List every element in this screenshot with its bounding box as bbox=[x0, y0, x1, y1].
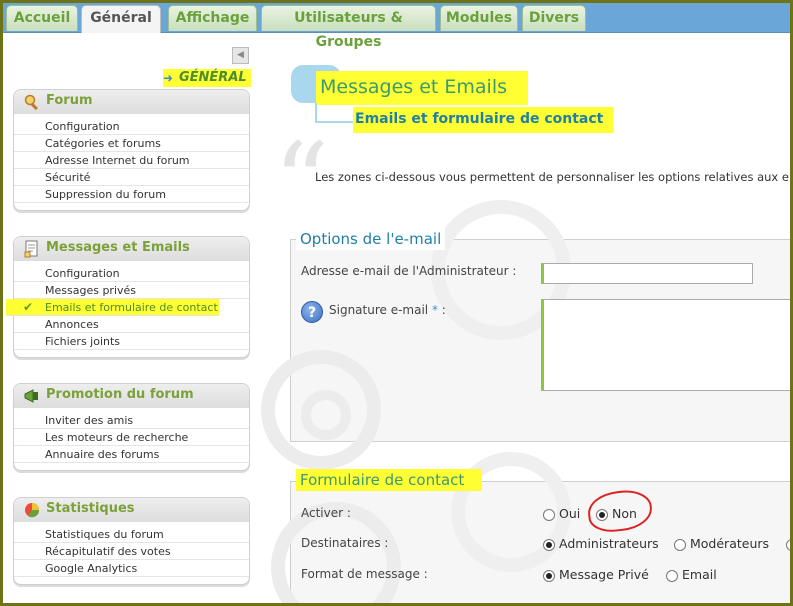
recipients-admins-radio[interactable] bbox=[543, 539, 555, 551]
admin-email-label: Adresse e-mail de l'Administrateur : bbox=[301, 264, 517, 278]
collapse-sidebar-button[interactable]: ◀ bbox=[232, 47, 249, 64]
sidebar-panel-forum: Forum Configuration Catégories et forums… bbox=[13, 89, 250, 211]
activate-label: Activer : bbox=[301, 506, 351, 520]
spiral-decoration bbox=[301, 390, 351, 440]
admin-email-input[interactable] bbox=[541, 263, 753, 284]
sidebar-item-suppression[interactable]: Suppression du forum bbox=[14, 186, 249, 203]
format-label: Format de message : bbox=[301, 567, 428, 581]
page-title: Messages et Emails bbox=[316, 71, 528, 105]
sidebar-item-categories[interactable]: Catégories et forums bbox=[14, 135, 249, 152]
tab-general[interactable]: Général bbox=[81, 5, 161, 33]
contact-form-legend: Formulaire de contact bbox=[296, 469, 482, 491]
sidebar-item-securite[interactable]: Sécurité bbox=[14, 169, 249, 186]
arrow-left-icon: ◀ bbox=[237, 50, 244, 60]
email-options-legend: Options de l'e-mail bbox=[296, 228, 446, 250]
recipients-label: Destinataires : bbox=[301, 536, 389, 550]
sidebar-item-adresse-internet[interactable]: Adresse Internet du forum bbox=[14, 152, 249, 169]
sidebar-item-configuration[interactable]: Configuration bbox=[14, 118, 249, 135]
panel-header-forum: Forum bbox=[14, 90, 249, 114]
signature-textarea[interactable] bbox=[541, 299, 790, 391]
activate-oui-label: Oui bbox=[559, 506, 581, 521]
tab-divers[interactable]: Divers bbox=[522, 5, 586, 31]
tab-modules[interactable]: Modules bbox=[440, 5, 518, 31]
tab-utilisateurs-groupes[interactable]: Utilisateurs & Groupes bbox=[261, 5, 436, 50]
general-section-link[interactable]: ➜ GÉNÉRAL bbox=[163, 69, 251, 87]
sidebar-panel-promotion: Promotion du forum Inviter des amis Les … bbox=[13, 383, 250, 471]
sidebar-item-annuaire[interactable]: Annuaire des forums bbox=[14, 446, 249, 463]
panel-header-statistiques: Statistiques bbox=[14, 498, 249, 522]
recipients-more-radio[interactable] bbox=[786, 539, 790, 551]
sidebar-panel-statistiques: Statistiques Statistiques du forum Récap… bbox=[13, 497, 250, 585]
sidebar-item-google-analytics[interactable]: Google Analytics bbox=[14, 560, 249, 577]
format-mp-radio[interactable] bbox=[543, 570, 555, 582]
format-email-radio[interactable] bbox=[666, 570, 678, 582]
sidebar-panel-messages: Messages et Emails Configuration Message… bbox=[6, 236, 250, 358]
pie-chart-icon bbox=[23, 501, 41, 519]
search-wrench-icon bbox=[23, 93, 41, 111]
sidebar-item-emails-formulaire[interactable]: ✔ Emails et formulaire de contact bbox=[6, 299, 219, 316]
intro-text: Les zones ci-dessous vous permettent de … bbox=[315, 170, 789, 184]
format-email-label: Email bbox=[682, 567, 717, 582]
help-icon[interactable]: ? bbox=[301, 301, 323, 323]
format-mp-label: Message Privé bbox=[559, 567, 649, 582]
page-subtitle: Emails et formulaire de contact bbox=[353, 107, 613, 133]
megaphone-icon bbox=[23, 387, 41, 405]
sidebar-item-inviter-amis[interactable]: Inviter des amis bbox=[14, 412, 249, 429]
sidebar-item-statistiques-forum[interactable]: Statistiques du forum bbox=[14, 526, 249, 543]
signature-label: Signature e-mail * : bbox=[329, 303, 446, 317]
recipients-mods-radio[interactable] bbox=[674, 539, 686, 551]
sidebar-item-moteurs-recherche[interactable]: Les moteurs de recherche bbox=[14, 429, 249, 446]
activate-oui-radio[interactable] bbox=[543, 509, 555, 521]
sidebar-item-annonces[interactable]: Annonces bbox=[14, 316, 249, 333]
window-frame: Accueil Général Affichage Utilisateurs &… bbox=[0, 0, 793, 606]
recipients-mods-label: Modérateurs bbox=[690, 536, 770, 551]
check-icon: ✔ bbox=[23, 300, 34, 314]
sidebar-item-messages-prives[interactable]: Messages privés bbox=[14, 282, 249, 299]
panel-header-promotion: Promotion du forum bbox=[14, 384, 249, 408]
tab-affichage[interactable]: Affichage bbox=[168, 5, 257, 31]
arrow-right-icon: ➜ bbox=[163, 71, 174, 85]
tab-accueil[interactable]: Accueil bbox=[6, 5, 78, 31]
sidebar-item-fichiers-joints[interactable]: Fichiers joints bbox=[14, 333, 249, 350]
document-icon bbox=[23, 240, 41, 258]
sidebar-item-configuration-messages[interactable]: Configuration bbox=[14, 265, 249, 282]
sidebar-item-recapitulatif-votes[interactable]: Récapitulatif des votes bbox=[14, 543, 249, 560]
recipients-admins-label: Administrateurs bbox=[559, 536, 659, 551]
panel-header-messages: Messages et Emails bbox=[14, 237, 249, 261]
top-tab-bar: Accueil Général Affichage Utilisateurs &… bbox=[3, 3, 790, 50]
